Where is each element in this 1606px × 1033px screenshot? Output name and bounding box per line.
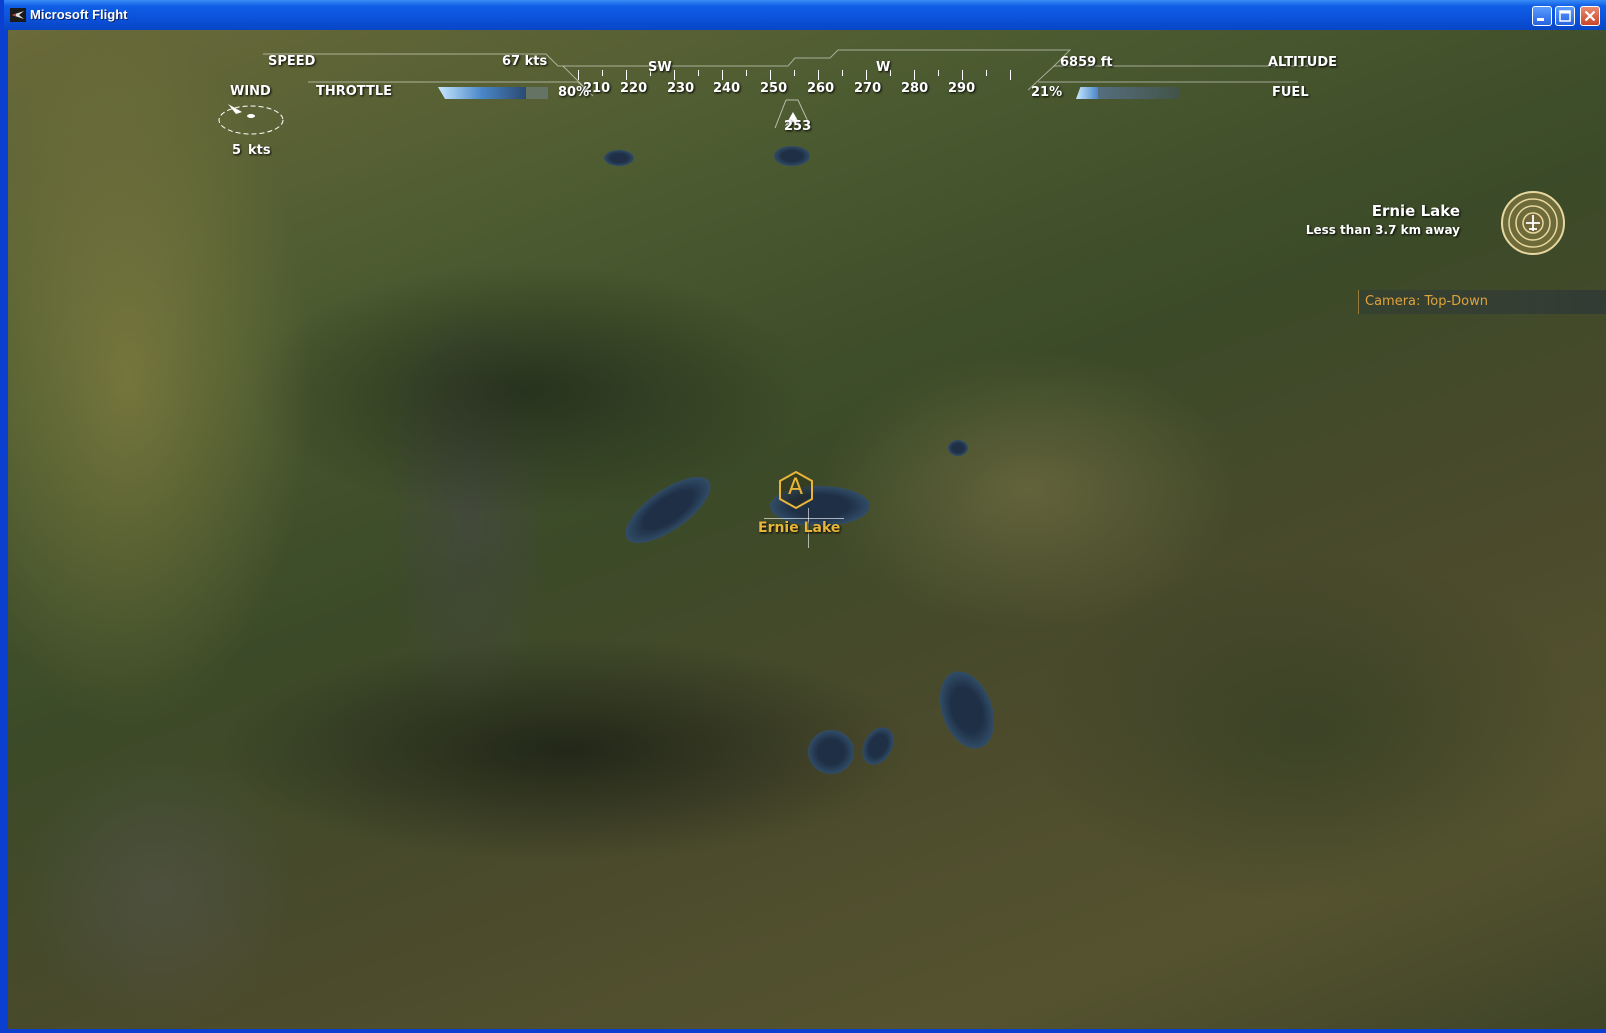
destination-marker-letter: A — [788, 475, 804, 500]
terrain-view[interactable]: 210 220 230 240 250 260 270 280 290 SW W… — [8, 30, 1606, 1029]
compass-label: 270 — [854, 81, 882, 96]
lake — [808, 730, 854, 774]
altitude-value: 6859 ft — [1060, 55, 1113, 70]
altitude-label: ALTITUDE — [1268, 55, 1337, 70]
camera-status-bar: Camera: Top-Down — [1358, 290, 1606, 314]
compass-label: 230 — [667, 81, 695, 96]
destination-distance: Less than 3.7 km away — [1305, 223, 1460, 237]
lake — [948, 440, 968, 456]
camera-status: Camera: Top-Down — [1365, 294, 1488, 309]
close-icon — [1584, 10, 1596, 22]
app-icon — [10, 8, 26, 22]
maximize-button[interactable] — [1555, 6, 1575, 26]
window-title: Microsoft Flight — [30, 7, 128, 22]
lake — [929, 663, 1005, 757]
destination-marker-label: Ernie Lake — [758, 520, 841, 536]
wind-label: WIND — [230, 84, 271, 99]
destination-name: Ernie Lake — [1371, 202, 1460, 220]
close-button[interactable] — [1580, 6, 1600, 26]
lake — [615, 464, 721, 556]
compass-label: 220 — [620, 81, 648, 96]
throttle-label: THROTTLE — [316, 84, 393, 99]
crosshair-horizontal — [764, 518, 844, 519]
speed-label: SPEED — [268, 54, 316, 69]
compass-label: 290 — [948, 81, 976, 96]
compass-cardinal: W — [876, 60, 891, 75]
wind-indicator-icon — [218, 104, 284, 135]
minimize-button[interactable] — [1532, 6, 1552, 26]
lake — [855, 721, 901, 771]
compass-label: 280 — [901, 81, 929, 96]
compass-label: 260 — [807, 81, 835, 96]
app-window: Microsoft Flight 210 220 230 240 250 260… — [0, 0, 1606, 1033]
fuel-gauge — [1076, 87, 1180, 99]
throttle-gauge — [438, 87, 548, 99]
minimize-icon — [1537, 18, 1544, 21]
compass-cardinal: SW — [648, 60, 672, 75]
wind-speed: 5 — [232, 143, 242, 158]
title-bar[interactable]: Microsoft Flight — [4, 0, 1606, 30]
destination-airport-icon[interactable] — [1500, 190, 1566, 256]
fuel-label: FUEL — [1272, 85, 1309, 100]
speed-value: 67 kts — [502, 54, 548, 69]
compass-label: 250 — [760, 81, 788, 96]
fuel-value: 21% — [1031, 85, 1063, 100]
throttle-value: 80% — [558, 85, 590, 100]
maximize-icon — [1559, 10, 1571, 22]
heading-readout: 253 — [784, 119, 812, 134]
wind-unit: kts — [248, 143, 271, 158]
compass-label: 240 — [713, 81, 741, 96]
